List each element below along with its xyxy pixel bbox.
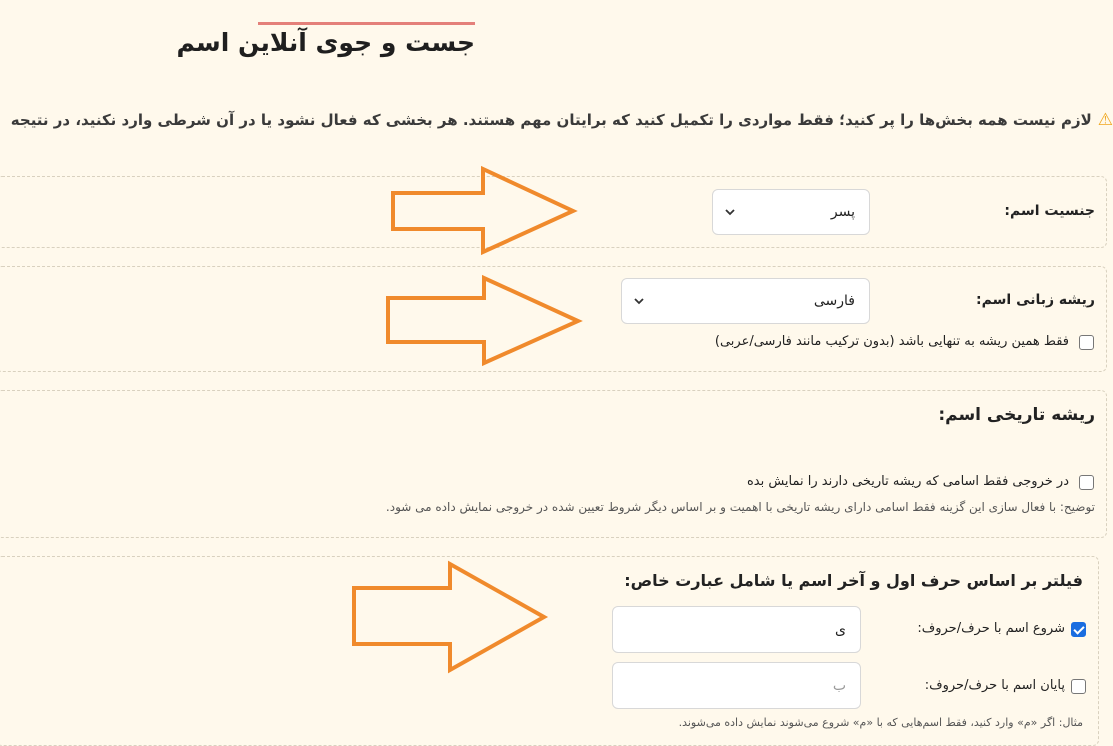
- annotation-arrow-icon: [391, 165, 578, 256]
- start-letter-label: شروع اسم با حرف/حروف:: [917, 621, 1065, 636]
- letter-filter-example: مثال: اگر «م» وارد کنید، فقط اسم‌هایی که…: [678, 716, 1083, 729]
- start-letter-checkbox[interactable]: [1071, 622, 1086, 637]
- language-root-select[interactable]: فارسی: [621, 278, 870, 324]
- warning-icon: ⚠: [1097, 110, 1113, 130]
- historical-root-description: توضیح: با فعال سازی این گزینه فقط اسامی …: [385, 500, 1095, 514]
- only-root-label: فقط همین ریشه به تنهایی باشد (بدون ترکیب…: [714, 334, 1069, 349]
- start-letter-input[interactable]: ی: [612, 606, 861, 653]
- annotation-arrow-icon: [386, 274, 583, 367]
- end-letter-placeholder: ب: [832, 677, 846, 694]
- notice-bar: ⚠ لازم نیست همه بخش‌ها را پر کنید؛ فقط مو…: [0, 106, 1113, 134]
- historical-root-heading: ریشه تاریخی اسم:: [938, 405, 1095, 425]
- historical-root-checkbox[interactable]: [1079, 475, 1094, 490]
- annotation-arrow-icon: [352, 560, 549, 674]
- gender-selected-value: پسر: [830, 204, 855, 220]
- page-title: جست و جوی آنلاین اسم: [176, 28, 475, 57]
- only-root-checkbox[interactable]: [1079, 335, 1094, 350]
- chevron-down-icon: [725, 209, 735, 216]
- language-root-selected-value: فارسی: [813, 293, 855, 309]
- language-root-label: ریشه زبانی اسم:: [976, 292, 1095, 308]
- end-letter-input[interactable]: ب: [612, 662, 861, 709]
- notice-text: لازم نیست همه بخش‌ها را پر کنید؛ فقط موا…: [10, 111, 1092, 129]
- notice: ⚠ لازم نیست همه بخش‌ها را پر کنید؛ فقط مو…: [11, 106, 1113, 134]
- chevron-down-icon: [634, 298, 644, 305]
- historical-root-checkbox-label: در خروجی فقط اسامی که ریشه تاریخی دارند …: [746, 474, 1069, 489]
- gender-select[interactable]: پسر: [712, 189, 870, 235]
- letter-filter-heading: فیلتر بر اساس حرف اول و آخر اسم یا شامل …: [624, 571, 1083, 590]
- start-letter-value: ی: [835, 621, 846, 638]
- title-underline: [258, 22, 475, 25]
- gender-label: جنسیت اسم:: [1004, 203, 1095, 219]
- end-letter-label: پایان اسم با حرف/حروف:: [924, 678, 1065, 693]
- end-letter-checkbox[interactable]: [1071, 679, 1086, 694]
